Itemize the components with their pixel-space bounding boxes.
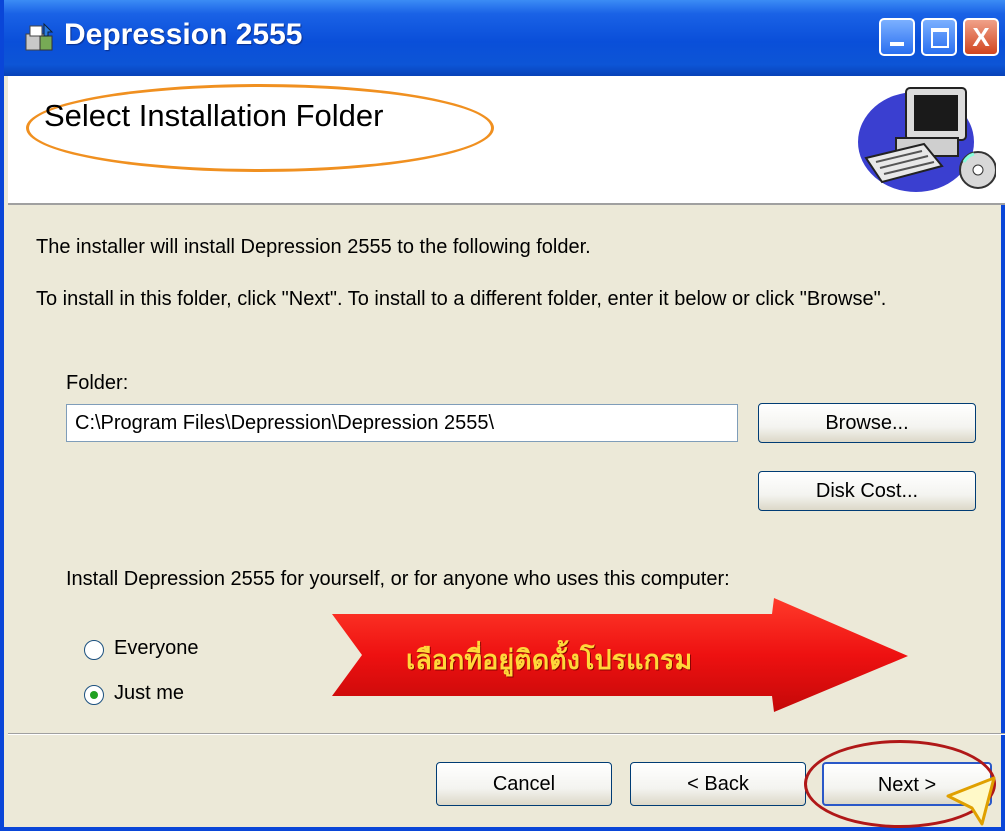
footer-divider [8,733,1005,735]
page-title: Select Installation Folder [44,98,384,133]
window-title: Depression 2555 [64,18,303,51]
instruction-text: To install in this folder, click "Next".… [36,288,887,310]
annotation-arrow-text: เลือกที่อยู่ติดตั้งโปรแกรม [406,645,693,675]
install-scope-prompt: Install Depression 2555 for yourself, or… [66,568,730,590]
installer-window: Depression 2555 X Select Installation Fo… [0,0,1005,831]
title-bar[interactable]: Depression 2555 X [4,0,1005,76]
everyone-radio[interactable] [84,640,104,660]
mouse-pointer-icon [946,776,996,826]
cancel-button[interactable]: Cancel [436,762,612,806]
just-me-option-label[interactable]: Just me [114,682,184,705]
folder-label: Folder: [66,372,129,394]
close-button[interactable]: X [963,18,999,56]
close-icon: X [972,22,990,52]
back-button[interactable]: < Back [630,762,806,806]
folder-path-input[interactable]: C:\Program Files\Depression\Depression 2… [66,404,738,442]
intro-text: The installer will install Depression 25… [36,236,591,258]
installer-app-icon [25,22,54,51]
browse-button[interactable]: Browse... [758,403,976,443]
disk-cost-button[interactable]: Disk Cost... [758,471,976,511]
minimize-button[interactable] [879,18,915,56]
maximize-button[interactable] [921,18,957,56]
just-me-radio[interactable] [84,685,104,705]
computer-illustration-icon [858,87,996,192]
everyone-option-label[interactable]: Everyone [114,637,199,660]
header-banner: Select Installation Folder [8,76,1005,205]
